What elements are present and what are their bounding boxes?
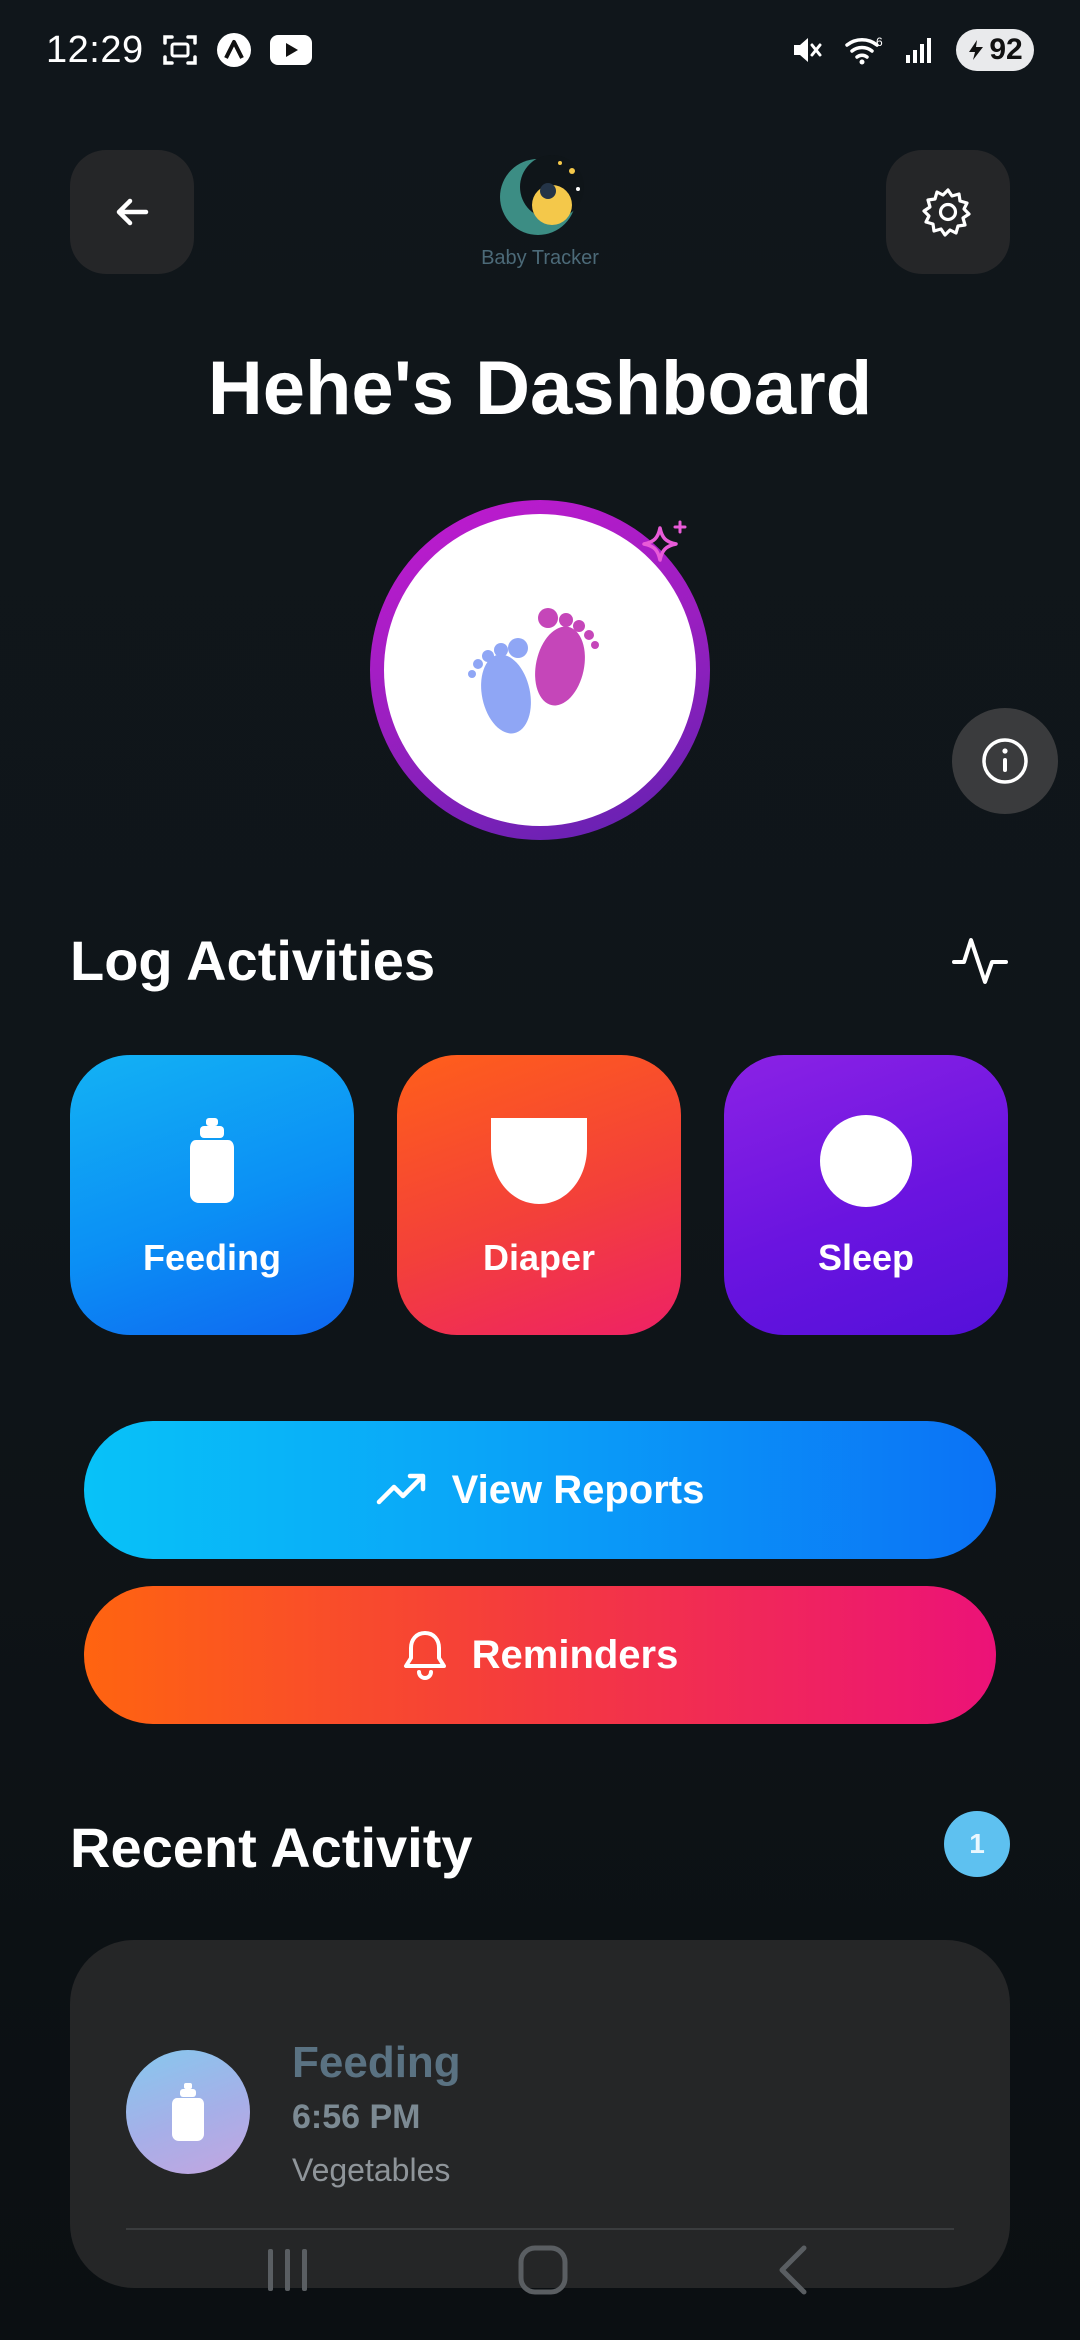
moon-icon: [820, 1111, 912, 1211]
home-icon[interactable]: [515, 2242, 571, 2298]
signal-icon: [904, 35, 936, 65]
moon-logo-icon: [500, 155, 584, 235]
bell-icon: [403, 1631, 446, 1680]
recent-activity-title: Recent Activity: [70, 1816, 473, 1879]
battery-indicator: 92: [956, 29, 1034, 71]
reminders-label: Reminders: [471, 1632, 679, 1677]
wifi-icon: 6: [844, 34, 884, 66]
gear-icon: [922, 188, 971, 237]
status-right: 6 92: [790, 29, 1034, 71]
log-activities-title: Log Activities: [70, 929, 436, 992]
page-title: Hehe's Dashboard: [207, 346, 873, 431]
dashboard-screen: 12:29 6 92 Baby Tracker Hehe's Dashboard…: [0, 0, 1080, 2340]
entry-time: 6:56 PM: [292, 2098, 421, 2136]
system-nav-bar: [0, 2230, 1080, 2310]
entry-bottle-icon: [126, 2050, 250, 2174]
trending-up-icon: [376, 1473, 425, 1505]
arrow-left-icon: [116, 198, 149, 226]
activity-pulse-icon: [950, 930, 1010, 995]
app-logo: Baby Tracker: [470, 145, 610, 285]
svg-text:6: 6: [876, 35, 883, 49]
sleep-tile[interactable]: Sleep: [724, 1055, 1008, 1335]
logo-caption: Baby Tracker: [481, 247, 599, 269]
entry-type: Feeding: [292, 2038, 461, 2087]
status-bar: 12:29 6 92: [0, 0, 1080, 100]
bottle-icon: [188, 1111, 236, 1211]
recent-count-badge: 1: [944, 1811, 1010, 1877]
baby-feet-icon: [468, 608, 599, 734]
info-icon: [982, 738, 1028, 784]
sleep-label: Sleep: [817, 1237, 915, 1278]
status-time: 12:29: [46, 28, 144, 71]
diaper-icon: [489, 1111, 589, 1211]
app-a-icon: [216, 32, 252, 68]
battery-level: 92: [989, 33, 1023, 66]
battery-icon: [969, 40, 984, 60]
back-icon[interactable]: [770, 2242, 820, 2298]
screenshot-icon: [162, 33, 198, 67]
feeding-label: Feeding: [142, 1237, 281, 1278]
diaper-label: Diaper: [482, 1237, 596, 1278]
entry-detail: Vegetables: [292, 2152, 451, 2188]
view-reports-button[interactable]: View Reports: [84, 1421, 996, 1559]
status-left: 12:29: [46, 29, 312, 72]
feeding-tile[interactable]: Feeding: [70, 1055, 354, 1335]
sparkle-icon: [640, 520, 690, 575]
settings-button[interactable]: [886, 150, 1010, 274]
back-button[interactable]: [70, 150, 194, 274]
mute-icon: [790, 33, 824, 67]
reminders-button[interactable]: Reminders: [84, 1586, 996, 1724]
youtube-icon: [269, 35, 312, 65]
info-button[interactable]: [952, 708, 1058, 814]
recent-apps-icon[interactable]: [260, 2245, 316, 2295]
diaper-tile[interactable]: Diaper: [397, 1055, 681, 1335]
view-reports-label: View Reports: [451, 1467, 705, 1512]
